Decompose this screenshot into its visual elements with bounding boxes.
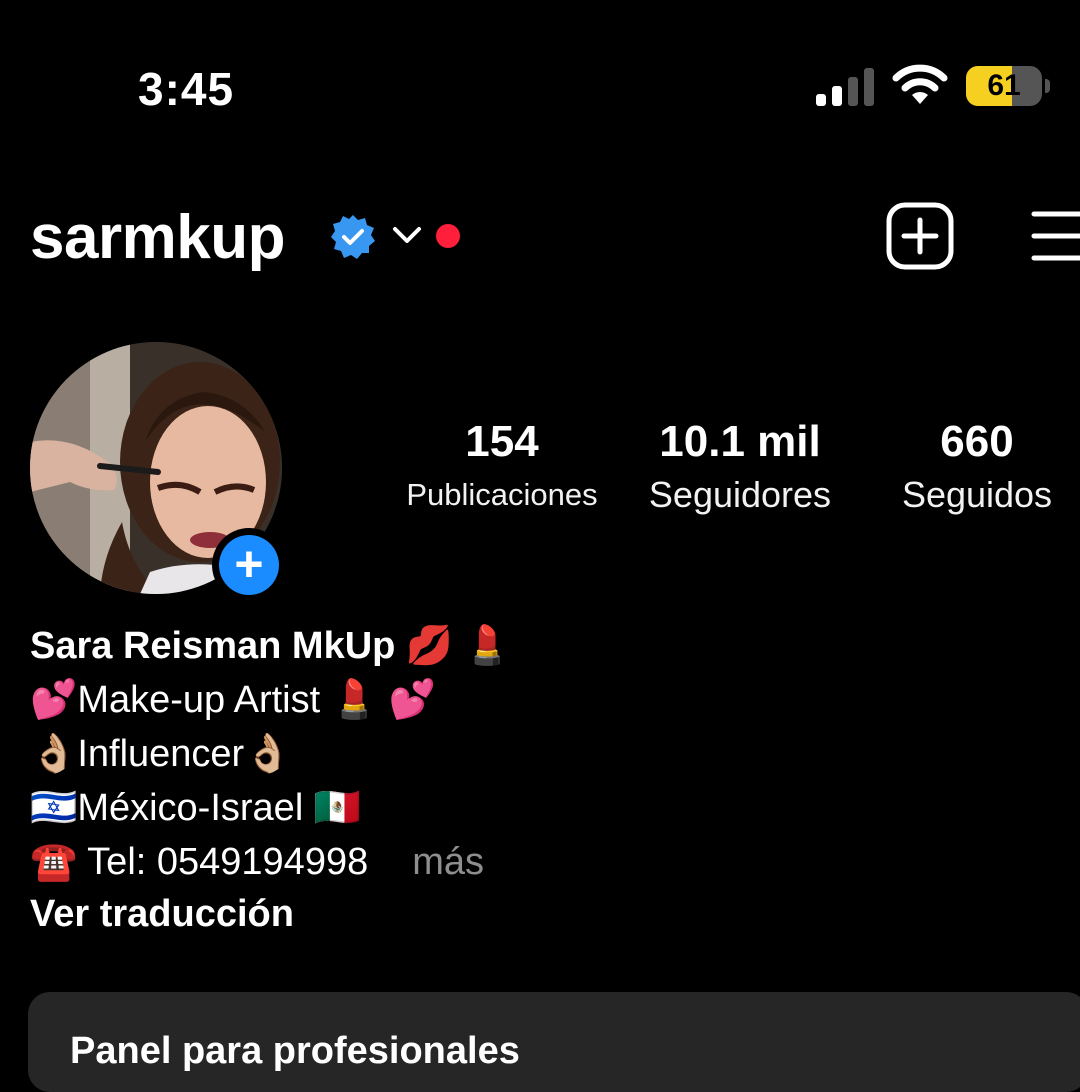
cellular-signal-icon xyxy=(816,68,874,106)
bio-line: 💕Make-up Artist 💄 💕 xyxy=(30,679,436,721)
stat-followers-value: 10.1 mil xyxy=(659,417,821,466)
create-plus-icon[interactable] xyxy=(886,202,954,270)
stat-posts-label: Publicaciones xyxy=(406,477,598,512)
battery-nub xyxy=(1045,79,1050,93)
bio-phone-text: ☎️ Tel: 0549194998 xyxy=(30,841,369,883)
battery-body: 61 xyxy=(966,66,1042,106)
see-translation-link[interactable]: Ver traducción xyxy=(30,888,294,940)
hamburger-menu-icon[interactable] xyxy=(1030,208,1080,264)
more-link[interactable]: más xyxy=(412,841,484,883)
stat-following-value: 660 xyxy=(940,417,1014,466)
profile-display-name: Sara Reisman MkUp 💋 💄 xyxy=(30,625,512,667)
plus-icon: + xyxy=(219,535,279,595)
status-time: 3:45 xyxy=(138,63,235,115)
battery-icon: 61 xyxy=(966,66,1050,108)
bio-line: 👌🏼Influencer👌🏼 xyxy=(30,733,292,775)
stat-followers[interactable]: 10.1 mil Seguidores xyxy=(630,414,850,520)
battery-level: 61 xyxy=(987,69,1021,102)
profile-username[interactable]: sarmkup xyxy=(30,202,285,273)
stat-following-label: Seguidos xyxy=(901,474,1053,515)
professional-dashboard-title: Panel para profesionales xyxy=(70,1030,520,1072)
wifi-icon xyxy=(892,64,948,104)
stat-posts-value: 154 xyxy=(465,417,539,466)
stat-posts[interactable]: 154 Publicaciones xyxy=(392,414,612,520)
stat-following[interactable]: 660 Seguidos xyxy=(880,414,1074,520)
bio-line: 🇮🇱México-Israel 🇲🇽 xyxy=(30,787,362,829)
professional-dashboard-panel[interactable]: Panel para profesionales xyxy=(28,992,1080,1092)
stat-followers-label: Seguidores xyxy=(648,474,832,515)
add-story-button[interactable]: + xyxy=(212,528,286,602)
verified-badge-icon xyxy=(331,215,375,259)
chevron-down-icon[interactable] xyxy=(390,220,424,250)
bio-phone-line: ☎️ Tel: 0549194998 más xyxy=(30,836,484,888)
notification-dot xyxy=(436,224,460,248)
